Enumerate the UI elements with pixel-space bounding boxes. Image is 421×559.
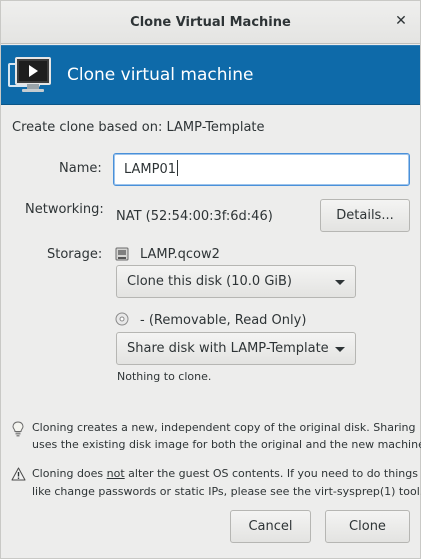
disk-icon — [115, 247, 129, 261]
details-button[interactable]: Details... — [320, 199, 410, 232]
disk1-selected-option: Clone this disk (10.0 GiB) — [127, 274, 292, 289]
monitor-play-icon — [8, 57, 51, 92]
disk1-name: LAMP.qcow2 — [140, 247, 220, 262]
window-title: Clone Virtual Machine — [130, 15, 291, 30]
cancel-button[interactable]: Cancel — [230, 510, 311, 543]
info-text-line2: uses the existing disk image for both th… — [32, 438, 421, 451]
disk2-selected-option: Share disk with LAMP-Template — [127, 341, 329, 356]
name-value: LAMP01 — [124, 162, 177, 177]
text-caret — [177, 160, 179, 176]
warning-text-line1: Cloning does not alter the guest OS cont… — [32, 467, 418, 480]
info-text-line1: Cloning creates a new, independent copy … — [32, 421, 416, 434]
warning-text-line2: like change passwords or static IPs, ple… — [32, 485, 421, 498]
name-input[interactable]: LAMP01 — [113, 153, 410, 186]
storage-label: Storage: — [47, 247, 103, 262]
banner-title: Clone virtual machine — [67, 65, 254, 85]
name-label: Name: — [59, 161, 102, 176]
nothing-to-clone-note: Nothing to clone. — [117, 370, 212, 383]
close-icon[interactable]: ✕ — [392, 12, 410, 30]
warning-text-pre: Cloning does — [32, 467, 107, 480]
chevron-down-icon — [335, 280, 345, 285]
clone-vm-dialog: Clone Virtual Machine ✕ Clone virtual ma… — [0, 0, 421, 559]
disk2-share-select[interactable]: Share disk with LAMP-Template — [116, 332, 356, 365]
disk2-name: - (Removable, Read Only) — [140, 313, 307, 328]
networking-label: Networking: — [25, 202, 104, 217]
clone-base-label: Create clone based on: LAMP-Template — [12, 120, 265, 135]
cdrom-icon — [115, 312, 129, 326]
warning-text-emphasis: not — [106, 467, 125, 480]
networking-value: NAT (52:54:00:3f:6d:46) — [116, 209, 273, 224]
warning-text-post: alter the guest OS contents. If you need… — [124, 467, 418, 480]
header-banner: Clone virtual machine — [1, 45, 420, 105]
warning-icon — [11, 467, 26, 481]
clone-button[interactable]: Clone — [325, 510, 410, 543]
disk1-clone-select[interactable]: Clone this disk (10.0 GiB) — [116, 265, 356, 298]
title-bar[interactable]: Clone Virtual Machine ✕ — [1, 1, 420, 44]
lightbulb-icon — [12, 421, 24, 437]
chevron-down-icon — [335, 347, 345, 352]
